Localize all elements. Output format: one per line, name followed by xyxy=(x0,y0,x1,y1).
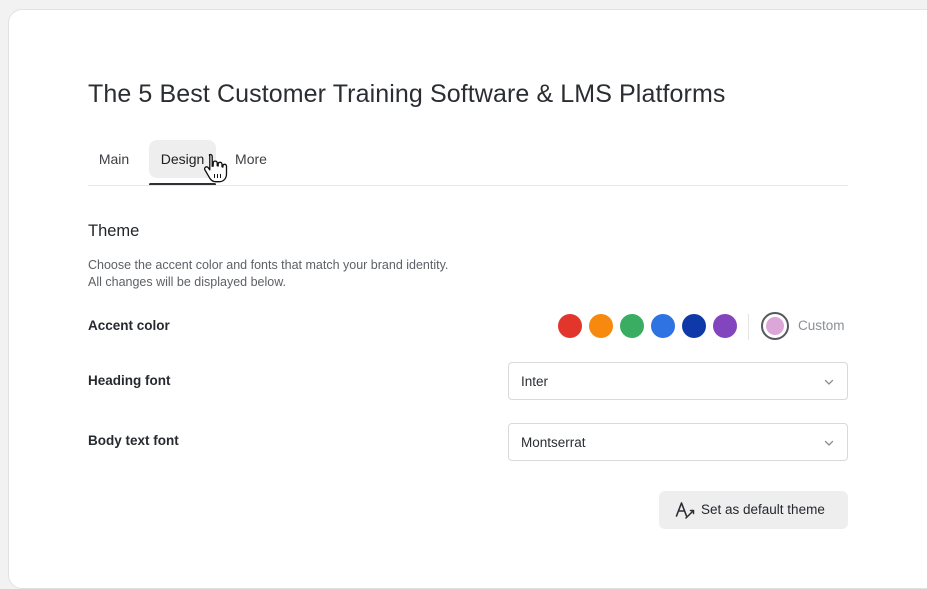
color-swatch-blue[interactable] xyxy=(651,314,675,338)
chevron-down-icon xyxy=(824,440,834,446)
theme-description-line-2: All changes will be displayed below. xyxy=(88,275,287,289)
set-default-theme-label: Set as default theme xyxy=(701,502,825,517)
tab-main[interactable]: Main xyxy=(88,140,140,178)
theme-description: Choose the accent color and fonts that m… xyxy=(88,257,448,291)
accent-color-label: Accent color xyxy=(88,318,170,333)
body-font-label: Body text font xyxy=(88,433,179,448)
tab-design-label: Design xyxy=(160,151,205,167)
color-swatch-green[interactable] xyxy=(620,314,644,338)
custom-color-swatch[interactable] xyxy=(761,312,789,340)
hand-pointer-cursor-icon xyxy=(203,153,228,183)
theme-description-line-1: Choose the accent color and fonts that m… xyxy=(88,258,449,272)
color-swatch-red[interactable] xyxy=(558,314,582,338)
heading-font-select[interactable]: Inter xyxy=(508,362,848,400)
heading-font-value: Inter xyxy=(521,374,549,389)
swatch-separator xyxy=(748,314,749,340)
set-default-theme-button[interactable]: Set as default theme xyxy=(659,491,848,529)
body-font-value: Montserrat xyxy=(521,435,586,450)
heading-font-label: Heading font xyxy=(88,373,171,388)
color-swatch-dark-blue[interactable] xyxy=(682,314,706,338)
custom-color-label[interactable]: Custom xyxy=(798,318,845,333)
custom-color-fill xyxy=(766,317,784,335)
color-swatch-purple[interactable] xyxy=(713,314,737,338)
page-title: The 5 Best Customer Training Software & … xyxy=(88,80,726,108)
theme-heading: Theme xyxy=(88,222,140,240)
text-format-icon xyxy=(675,502,695,519)
tab-more[interactable]: More xyxy=(228,140,274,178)
chevron-down-icon xyxy=(824,379,834,385)
body-font-select[interactable]: Montserrat xyxy=(508,423,848,461)
color-swatch-orange[interactable] xyxy=(589,314,613,338)
